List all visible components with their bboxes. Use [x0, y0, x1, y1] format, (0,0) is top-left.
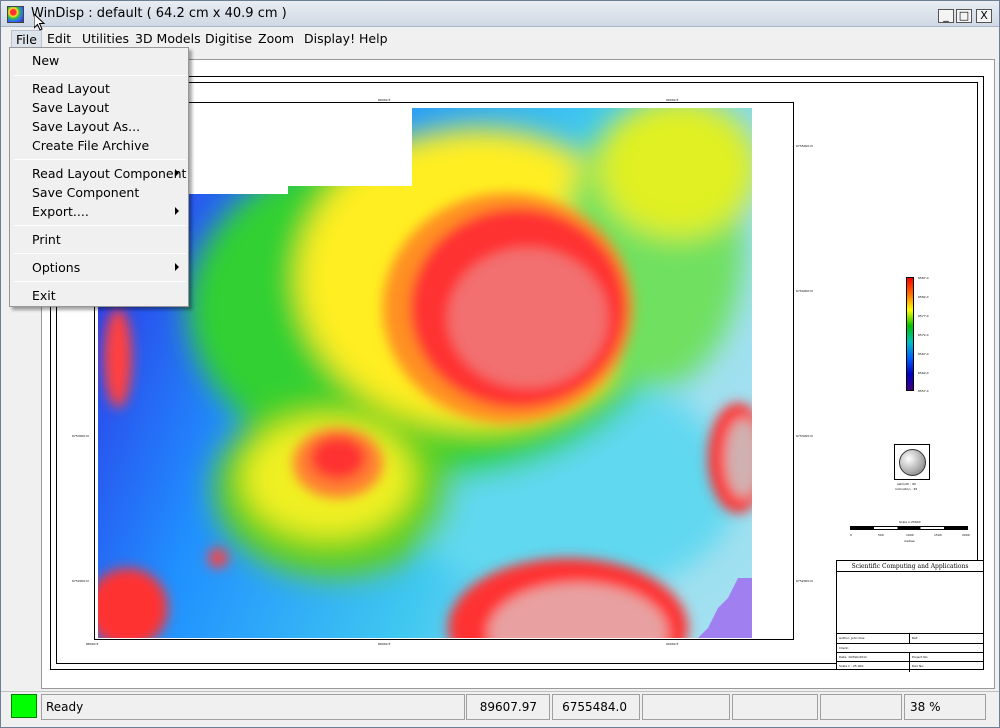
color-legend-bar	[906, 277, 914, 391]
menu-help[interactable]: Help	[355, 30, 392, 48]
status-pane-empty	[642, 694, 730, 720]
status-message: Ready	[41, 694, 465, 720]
scale-tick: 0	[850, 533, 852, 537]
menu-item-export[interactable]: Export....	[11, 202, 187, 221]
map-tick-y-left: 6753000 N	[72, 434, 89, 438]
legend-label: 6587.0	[918, 276, 929, 280]
menu-utilities[interactable]: Utilities	[78, 30, 133, 48]
submenu-arrow-icon	[175, 207, 179, 215]
submenu-arrow-icon	[175, 263, 179, 271]
legend-label: 6572.0	[918, 333, 929, 337]
menu-file[interactable]: File	[11, 30, 42, 48]
menu-separator	[14, 225, 186, 226]
menu-separator	[14, 75, 186, 76]
map-tick-x: 88000 E	[86, 642, 99, 646]
application-window: WinDisp : default ( 64.2 cm x 40.9 cm ) …	[0, 0, 1000, 728]
scale-title: Scale 1:25000	[899, 520, 921, 524]
map-tick-y: 6752000 N	[796, 579, 813, 583]
legend-label: 6577.0	[918, 314, 929, 318]
close-button[interactable]: X	[976, 9, 992, 23]
scale-tick: 1500	[934, 533, 942, 537]
shaded-relief-map[interactable]	[98, 108, 752, 638]
legend-label: 6582.0	[918, 295, 929, 299]
title-block-scale: Scale 1 : 25 000	[839, 664, 864, 668]
title-block-row: Scale 1 : 25 000 Dwr No:	[837, 661, 983, 672]
menu-edit[interactable]: Edit	[43, 30, 75, 48]
file-menu-dropdown: New Read Layout Save Layout Save Layout …	[9, 47, 189, 307]
menu-bar: File Edit Utilities 3D Models Digitise Z…	[1, 28, 999, 49]
menu-item-print[interactable]: Print	[11, 230, 187, 249]
map-tick-x-top: 89000 E	[378, 98, 391, 102]
minimize-button[interactable]: _	[938, 9, 954, 23]
status-zoom-level: 38 %	[904, 694, 986, 720]
menu-separator	[14, 253, 186, 254]
menu-item-label: Read Layout Component	[32, 166, 187, 181]
menu-item-save-layout[interactable]: Save Layout	[11, 98, 187, 117]
map-tick-y-left: 6752000 N	[72, 579, 89, 583]
title-block-row: Author: John Doe Ref:	[837, 633, 983, 644]
status-bar: Ready 89607.97 6755484.0 38 %	[1, 691, 999, 727]
maximize-button[interactable]: □	[956, 9, 972, 23]
title-block-organization: Scientific Computing and Applications	[837, 561, 983, 572]
legend-label: 6562.0	[918, 371, 929, 375]
map-tick-x: 89000 E	[378, 642, 391, 646]
title-block-sheet: Dwr No:	[912, 664, 925, 668]
menu-item-exit[interactable]: Exit	[11, 286, 187, 305]
map-tick-y: 6754000 N	[796, 289, 813, 293]
map-tick-x: 90000 E	[666, 642, 679, 646]
shading-inclination: inclination : 45	[895, 487, 918, 491]
legend-label: 6567.0	[918, 352, 929, 356]
menu-item-save-component[interactable]: Save Component	[11, 183, 187, 202]
status-pane-empty	[732, 694, 818, 720]
scale-tick: 500	[878, 533, 884, 537]
menu-3d-models[interactable]: 3D Models	[131, 30, 205, 48]
menu-item-options[interactable]: Options	[11, 258, 187, 277]
menu-item-label: Export....	[32, 204, 89, 219]
menu-item-new[interactable]: New	[11, 51, 187, 70]
scale-tick: 1000	[906, 533, 914, 537]
mouse-cursor-icon	[34, 14, 46, 31]
title-block: Scientific Computing and Applications Au…	[836, 560, 984, 672]
scale-unit: metres	[904, 539, 915, 543]
scale-bar	[850, 526, 968, 530]
status-indicator	[11, 694, 37, 718]
scale-tick: 2000	[962, 533, 970, 537]
menu-item-read-layout-component[interactable]: Read Layout Component	[11, 164, 187, 183]
menu-separator	[14, 159, 186, 160]
menu-item-save-layout-as[interactable]: Save Layout As...	[11, 117, 187, 136]
app-icon[interactable]	[7, 6, 24, 23]
menu-digitise[interactable]: Digitise	[201, 30, 256, 48]
status-pane-empty	[820, 694, 902, 720]
map-tick-y: 6755000 N	[796, 144, 813, 148]
menu-zoom[interactable]: Zoom	[254, 30, 298, 48]
menu-item-label: Options	[32, 260, 81, 275]
map-tick-x-top: 90000 E	[666, 98, 679, 102]
illumination-indicator	[894, 444, 930, 480]
legend-label: 6557.0	[918, 389, 929, 393]
status-x-coordinate: 89607.97	[466, 694, 550, 720]
title-bar[interactable]: WinDisp : default ( 64.2 cm x 40.9 cm ) …	[1, 1, 999, 27]
shading-azimuth: azimuth : 90	[897, 482, 916, 486]
window-title: WinDisp : default ( 64.2 cm x 40.9 cm )	[31, 6, 287, 21]
sun-sphere-icon	[899, 449, 926, 476]
map-tick-y: 6753000 N	[796, 434, 813, 438]
menu-item-create-file-archive[interactable]: Create File Archive	[11, 136, 187, 155]
menu-display[interactable]: Display!	[300, 30, 359, 48]
status-y-coordinate: 6755484.0	[552, 694, 640, 720]
menu-separator	[14, 281, 186, 282]
menu-item-read-layout[interactable]: Read Layout	[11, 79, 187, 98]
submenu-arrow-icon	[175, 169, 179, 177]
